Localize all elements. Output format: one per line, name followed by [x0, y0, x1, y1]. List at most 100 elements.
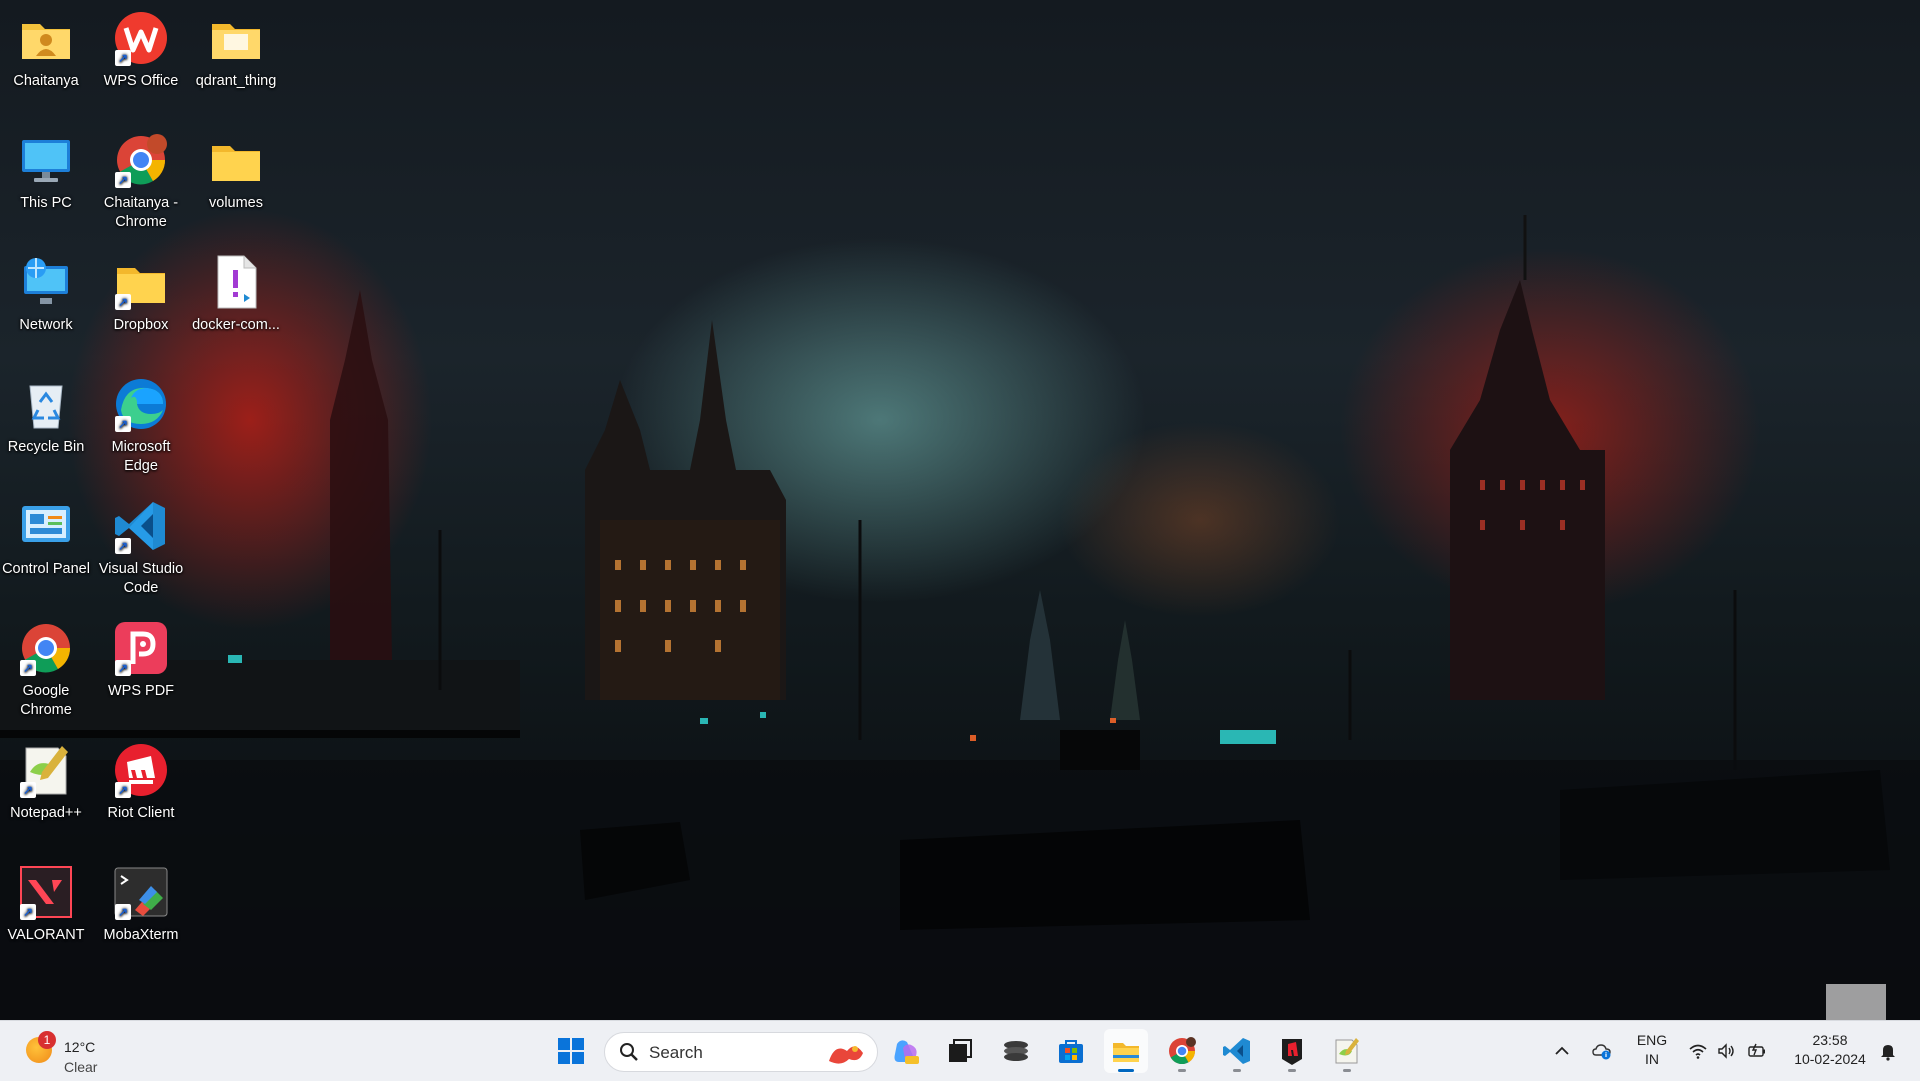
- desktop-icon-control-panel[interactable]: Control Panel: [0, 498, 92, 579]
- shortcut-arrow-icon: ↗: [20, 660, 36, 676]
- file-explorer-icon: [1113, 1043, 1139, 1062]
- taskbar-riot-client[interactable]: [1270, 1029, 1314, 1073]
- wps-office-icon: ↗: [113, 10, 169, 66]
- desktop-icon-label: WPS PDF: [107, 683, 175, 699]
- input-language[interactable]: ENG IN: [1632, 1031, 1672, 1069]
- desktop-icon-wps-office[interactable]: ↗ WPS Office: [95, 10, 187, 91]
- desktop-icon-label: Dropbox: [113, 317, 169, 333]
- shortcut-arrow-icon: ↗: [115, 172, 131, 188]
- tray-onedrive[interactable]: [1590, 1039, 1614, 1063]
- desktop-icon-label: Network: [19, 317, 73, 333]
- weather-temperature: 12°C: [64, 1039, 96, 1055]
- shortcut-arrow-icon: ↗: [115, 294, 131, 310]
- corner-watermark: [1826, 984, 1886, 1020]
- desktop-icon-label: Riot Client: [107, 805, 175, 821]
- control-panel-icon: [18, 498, 74, 554]
- battery-charging-icon: [1748, 1043, 1765, 1057]
- shortcut-arrow-icon: ↗: [20, 904, 36, 920]
- edge-icon: ↗: [113, 376, 169, 432]
- user-folder-icon: [18, 10, 74, 66]
- taskbar-file-explorer[interactable]: [1104, 1029, 1148, 1073]
- desktop-icon-qdrant-thing[interactable]: qdrant_thing: [190, 10, 282, 91]
- desktop-icon-label: This PC: [20, 195, 72, 211]
- monitor-icon: [18, 132, 74, 188]
- tray-volume[interactable]: [1714, 1039, 1738, 1063]
- running-indicator: [1233, 1069, 1241, 1072]
- desktop-icon-chaitanya-chrome[interactable]: ↗ Chaitanya - Chrome: [95, 132, 187, 232]
- search-placeholder: Search: [649, 1043, 703, 1062]
- chrome-profile-icon: ↗: [113, 132, 169, 188]
- taskbar-chrome[interactable]: [1160, 1029, 1204, 1073]
- yaml-file-icon: [208, 254, 264, 310]
- language-code: ENG: [1636, 1032, 1668, 1048]
- desktop-icon-label: Recycle Bin: [7, 439, 85, 455]
- folder-icon: [208, 10, 264, 66]
- weather-condition: Clear: [64, 1059, 98, 1075]
- riot-client-icon: ↗: [113, 742, 169, 798]
- shortcut-arrow-icon: ↗: [115, 416, 131, 432]
- desktop-wallpaper: [0, 0, 1920, 1020]
- desktop-icon-riot-client[interactable]: ↗ Riot Client: [95, 742, 187, 823]
- desktop-icon-label: VALORANT: [7, 927, 85, 943]
- notification-badge: 1: [38, 1031, 56, 1049]
- region-code: IN: [1645, 1051, 1659, 1067]
- taskbar-copilot[interactable]: [884, 1029, 928, 1073]
- desktop-icon-label: Control Panel: [2, 561, 90, 577]
- valorant-icon: ↗: [18, 864, 74, 920]
- weather-widget[interactable]: 1 12°C Clear: [22, 1029, 142, 1075]
- active-indicator: [1118, 1069, 1134, 1072]
- running-indicator: [1343, 1069, 1351, 1072]
- windows-start-icon: [558, 1038, 584, 1064]
- desktop-icon-dropbox[interactable]: ↗ Dropbox: [95, 254, 187, 335]
- shortcut-arrow-icon: ↗: [115, 660, 131, 676]
- taskbar-vscode[interactable]: [1215, 1029, 1259, 1073]
- clock[interactable]: 23:58 10-02-2024: [1780, 1031, 1880, 1069]
- desktop-icon-google-chrome[interactable]: ↗ Google Chrome: [0, 620, 92, 720]
- desktop-icon-volumes[interactable]: volumes: [190, 132, 282, 213]
- task-view-icon: [949, 1039, 972, 1062]
- desktop-icon-label: Notepad++: [10, 805, 82, 821]
- notification-center[interactable]: [1876, 1039, 1900, 1063]
- desktop-icon-chaitanya[interactable]: Chaitanya: [0, 10, 92, 91]
- desktop-icon-label: qdrant_thing: [195, 73, 277, 89]
- folder-icon: ↗: [113, 254, 169, 310]
- taskbar-notepadpp[interactable]: [1325, 1029, 1369, 1073]
- search-icon: [620, 1043, 638, 1061]
- cloud-info-icon: [1592, 1044, 1611, 1060]
- stack-icon: [1004, 1041, 1028, 1061]
- desktop-icon-this-pc[interactable]: This PC: [0, 132, 92, 213]
- running-indicator: [1178, 1069, 1186, 1072]
- desktop-icon-label: Google Chrome: [20, 683, 72, 718]
- search-highlight-dragon-icon: [829, 1046, 863, 1064]
- taskbar-task-view[interactable]: [938, 1029, 982, 1073]
- taskbar: 1 12°C Clear Search ENG IN 23:58 10-02-2…: [0, 1020, 1920, 1081]
- mobaxterm-icon: ↗: [113, 864, 169, 920]
- desktop-icon-recycle-bin[interactable]: Recycle Bin: [0, 376, 92, 457]
- speaker-icon: [1718, 1043, 1734, 1059]
- desktop-icon-valorant[interactable]: ↗ VALORANT: [0, 864, 92, 945]
- desktop-icon-vscode[interactable]: ↗ Visual Studio Code: [95, 498, 187, 598]
- notepadpp-icon: ↗: [18, 742, 74, 798]
- desktop-icon-notepadpp[interactable]: ↗ Notepad++: [0, 742, 92, 823]
- start-button[interactable]: [549, 1029, 593, 1073]
- taskbar-microsoft-store[interactable]: [1049, 1029, 1093, 1073]
- desktop-icon-docker-compose[interactable]: docker-com...: [190, 254, 282, 335]
- desktop-icon-wps-pdf[interactable]: ↗ WPS PDF: [95, 620, 187, 701]
- taskbar-stack-app[interactable]: [994, 1029, 1038, 1073]
- desktop-icon-microsoft-edge[interactable]: ↗ Microsoft Edge: [95, 376, 187, 476]
- taskbar-search[interactable]: Search: [604, 1032, 878, 1072]
- desktop-icon-mobaxterm[interactable]: ↗ MobaXterm: [95, 864, 187, 945]
- recycle-bin-icon: [18, 376, 74, 432]
- tray-battery[interactable]: [1745, 1039, 1769, 1063]
- show-hidden-icons[interactable]: [1550, 1039, 1574, 1063]
- vscode-icon: [1223, 1038, 1250, 1064]
- wps-pdf-icon: ↗: [113, 620, 169, 676]
- desktop-icon-label: MobaXterm: [103, 927, 179, 943]
- tray-wifi[interactable]: [1686, 1039, 1710, 1063]
- desktop-icon-label: Chaitanya - Chrome: [103, 195, 179, 230]
- bell-icon: [1881, 1045, 1895, 1061]
- running-indicator: [1288, 1069, 1296, 1072]
- desktop-icon-label: WPS Office: [103, 73, 179, 89]
- desktop-icon-network[interactable]: Network: [0, 254, 92, 335]
- folder-icon: [208, 132, 264, 188]
